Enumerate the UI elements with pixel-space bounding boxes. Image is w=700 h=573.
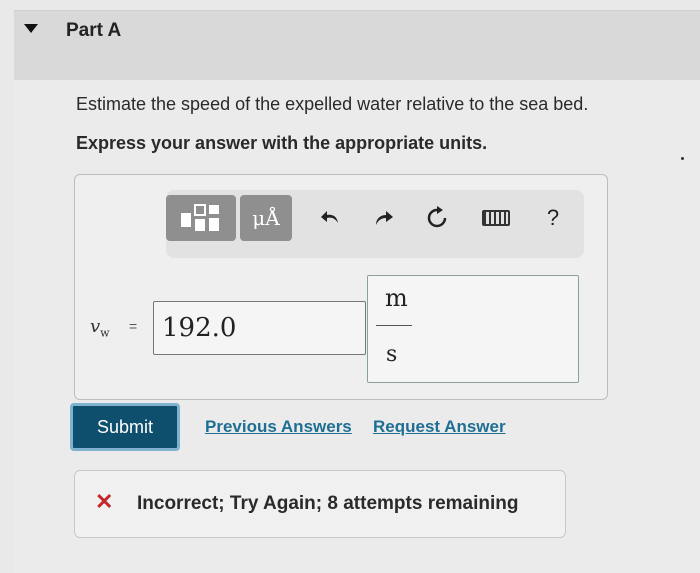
help-icon[interactable]: ? (538, 195, 568, 241)
variable-subscript: w (100, 326, 110, 340)
keyboard-glyph (482, 210, 510, 226)
variable-label: vw (90, 316, 110, 340)
reset-icon[interactable] (422, 195, 452, 241)
templates-button[interactable] (166, 195, 236, 241)
unit-numerator[interactable]: m (385, 284, 408, 312)
stray-dot (681, 157, 684, 160)
variable-symbol: v (90, 316, 101, 337)
value-input[interactable]: 192.0 (153, 301, 366, 355)
undo-icon[interactable] (316, 195, 346, 241)
unit-denominator[interactable]: s (386, 342, 397, 367)
feedback-text: Incorrect; Try Again; 8 attempts remaini… (137, 493, 519, 514)
question-text: Estimate the speed of the expelled water… (76, 94, 589, 114)
units-button[interactable]: μÅ (240, 195, 292, 241)
part-title: Part A (66, 20, 122, 41)
collapse-caret-icon[interactable] (24, 24, 38, 33)
x-icon: ✕ (95, 489, 114, 514)
templates-icon (181, 204, 219, 231)
redo-icon[interactable] (368, 195, 398, 241)
fraction-bar (376, 325, 412, 326)
keyboard-icon[interactable] (478, 195, 514, 241)
submit-button[interactable]: Submit (70, 403, 180, 451)
previous-answers-link[interactable]: Previous Answers (205, 417, 352, 437)
instruction-text: Express your answer with the appropriate… (76, 133, 488, 153)
request-answer-link[interactable]: Request Answer (373, 417, 506, 437)
equals-sign: = (129, 318, 138, 334)
